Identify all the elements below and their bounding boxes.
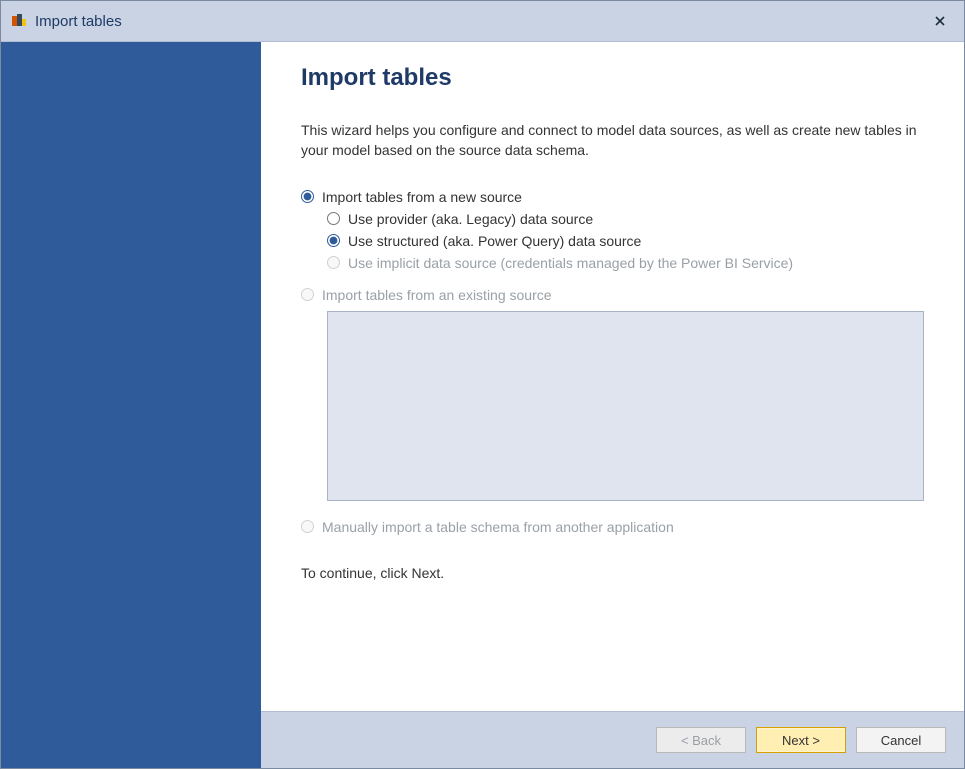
option-new-source[interactable]: Import tables from a new source [301, 189, 924, 205]
close-icon[interactable] [926, 7, 954, 35]
radio-manual-schema [301, 520, 314, 533]
existing-sources-list [327, 311, 924, 501]
cancel-button[interactable]: Cancel [856, 727, 946, 753]
option-structured-label: Use structured (aka. Power Query) data s… [348, 233, 641, 249]
option-manual-schema-label: Manually import a table schema from anot… [322, 519, 674, 535]
wizard-window: Import tables Import tables This wizard … [0, 0, 965, 769]
option-provider-label: Use provider (aka. Legacy) data source [348, 211, 593, 227]
intro-text: This wizard helps you configure and conn… [301, 120, 924, 161]
option-provider[interactable]: Use provider (aka. Legacy) data source [327, 211, 924, 227]
content-wrap: Import tables This wizard helps you conf… [261, 42, 964, 768]
next-button[interactable]: Next > [756, 727, 846, 753]
page-title: Import tables [301, 64, 924, 92]
option-new-source-label: Import tables from a new source [322, 189, 522, 205]
wizard-body: Import tables This wizard helps you conf… [1, 42, 964, 768]
app-icon [11, 13, 27, 29]
option-existing-source-label: Import tables from an existing source [322, 287, 552, 303]
continue-text: To continue, click Next. [301, 565, 924, 581]
back-button: < Back [656, 727, 746, 753]
option-group-new-source: Import tables from a new source Use prov… [301, 189, 924, 271]
option-manual-schema: Manually import a table schema from anot… [301, 519, 924, 535]
option-structured[interactable]: Use structured (aka. Power Query) data s… [327, 233, 924, 249]
option-implicit-label: Use implicit data source (credentials ma… [348, 255, 793, 271]
titlebar: Import tables [1, 1, 964, 42]
wizard-sidebar [1, 42, 261, 768]
radio-new-source[interactable] [301, 190, 314, 203]
option-existing-source: Import tables from an existing source [301, 287, 924, 303]
radio-implicit [327, 256, 340, 269]
radio-existing-source [301, 288, 314, 301]
radio-provider[interactable] [327, 212, 340, 225]
wizard-footer: < Back Next > Cancel [261, 711, 964, 768]
window-title: Import tables [35, 13, 122, 30]
radio-structured[interactable] [327, 234, 340, 247]
content: Import tables This wizard helps you conf… [261, 42, 964, 711]
option-implicit: Use implicit data source (credentials ma… [327, 255, 924, 271]
